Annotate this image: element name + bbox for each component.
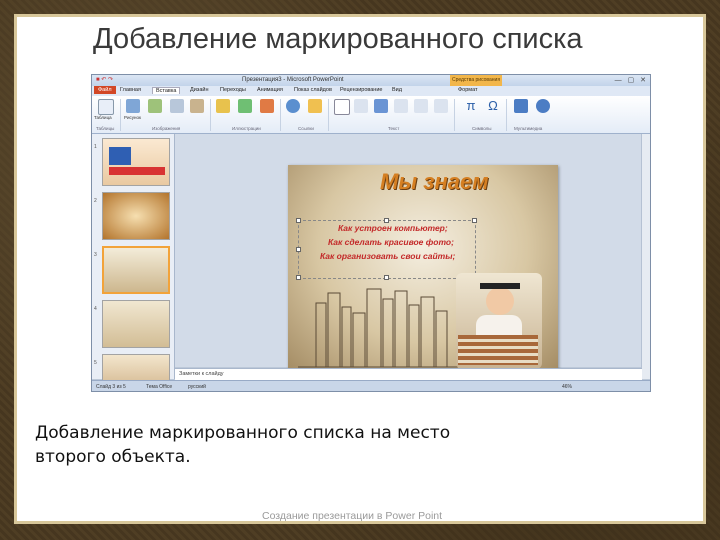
slide-footer: Создание презентации в Power Point: [262, 510, 443, 522]
group-label: Символы: [472, 126, 492, 131]
contextual-tab-label: Средства рисования: [450, 75, 502, 86]
powerpoint-logo-icon: ■ ↶ ↷: [96, 77, 114, 83]
window-titlebar: ■ ↶ ↷ Презентация3 - Microsoft PowerPoin…: [92, 75, 650, 86]
slides-pane: 1 2 3 4 5: [92, 134, 175, 391]
video-icon[interactable]: [514, 99, 528, 113]
group-label: Текст: [388, 126, 400, 131]
smartart-icon[interactable]: [238, 99, 252, 113]
tab-transitions[interactable]: Переходы: [220, 87, 246, 93]
tab-design[interactable]: Дизайн: [190, 87, 209, 93]
shapes-icon[interactable]: [216, 99, 230, 113]
presentation-slide: Добавление маркированного списка ■ ↶ ↷ П…: [14, 14, 706, 524]
status-language: русский: [188, 384, 206, 390]
table-icon[interactable]: [98, 99, 114, 115]
slide-thumbnail-selected[interactable]: [102, 246, 170, 294]
books-illustration: [298, 288, 468, 368]
group-label: Иллюстрации: [232, 126, 261, 131]
header-footer-icon[interactable]: [354, 99, 368, 113]
notes-pane[interactable]: Заметки к слайду: [175, 368, 642, 380]
slide-editing-area: Мы знаем Как устроен компьютер; Как сдел…: [175, 134, 645, 370]
equation-icon[interactable]: π: [464, 99, 478, 113]
symbol-icon[interactable]: Ω: [486, 99, 500, 113]
audio-icon[interactable]: [536, 99, 550, 113]
status-slide: Слайд 3 из 5: [96, 384, 126, 390]
ribbon: Таблица Рисунок π Ω Таблицы Изображения …: [92, 96, 650, 134]
group-label: Изображения: [152, 126, 181, 131]
tab-file[interactable]: Файл: [94, 86, 116, 94]
slide-title: Добавление маркированного списка: [93, 23, 583, 55]
ribbon-label: Рисунок: [124, 115, 141, 120]
window-controls-icon[interactable]: — ▢ ✕: [615, 76, 648, 84]
slide-number-icon[interactable]: [414, 99, 428, 113]
group-label: Ссылки: [298, 126, 314, 131]
slide-thumbnail[interactable]: [102, 138, 170, 186]
notes-placeholder: Заметки к слайду: [179, 371, 224, 377]
photoalbum-icon[interactable]: [190, 99, 204, 113]
status-theme: Тема Office: [146, 384, 173, 390]
wordart-icon[interactable]: [374, 99, 388, 113]
bullet-item[interactable]: Как организовать свои сайты;: [320, 251, 455, 261]
ribbon-tabs: Файл Главная Вставка Дизайн Переходы Ани…: [92, 86, 650, 96]
ribbon-label: Таблица: [94, 115, 112, 120]
hyperlink-icon[interactable]: [286, 99, 300, 113]
main-slide-title[interactable]: Мы знаем: [380, 169, 489, 195]
textbox-icon[interactable]: [334, 99, 350, 115]
slide-body-text: Добавление маркированного списка на мест…: [35, 423, 451, 467]
tab-slideshow[interactable]: Показ слайдов: [294, 87, 332, 93]
slide-thumbnail[interactable]: [102, 300, 170, 348]
status-bar: Слайд 3 из 5 Тема Office русский 46%: [92, 380, 650, 391]
object-icon[interactable]: [434, 99, 448, 113]
tab-view[interactable]: Вид: [392, 87, 402, 93]
clipart-icon[interactable]: [148, 99, 162, 113]
powerpoint-screenshot: ■ ↶ ↷ Презентация3 - Microsoft PowerPoin…: [91, 74, 651, 392]
bullet-item[interactable]: Как устроен компьютер;: [338, 223, 448, 233]
group-label: Таблицы: [96, 126, 115, 131]
screenshot-icon[interactable]: [170, 99, 184, 113]
datetime-icon[interactable]: [394, 99, 408, 113]
bullet-item[interactable]: Как сделать красивое фото;: [328, 237, 454, 247]
chart-icon[interactable]: [260, 99, 274, 113]
tab-review[interactable]: Рецензирование: [340, 87, 382, 93]
picture-icon[interactable]: [126, 99, 140, 113]
current-slide-canvas[interactable]: Мы знаем Как устроен компьютер; Как сдел…: [288, 165, 558, 370]
window-title: Презентация3 - Microsoft PowerPoint: [242, 77, 344, 83]
tab-insert[interactable]: Вставка: [152, 87, 181, 94]
vertical-scrollbar[interactable]: [641, 134, 650, 379]
group-label: Мультимедиа: [514, 126, 543, 131]
tab-animation[interactable]: Анимация: [257, 87, 283, 93]
tab-format[interactable]: Формат: [458, 87, 478, 93]
action-icon[interactable]: [308, 99, 322, 113]
slide-thumbnail[interactable]: [102, 192, 170, 240]
tab-home[interactable]: Главная: [120, 87, 141, 93]
zoom-level[interactable]: 46%: [562, 384, 572, 390]
child-reading-photo: [456, 273, 542, 369]
